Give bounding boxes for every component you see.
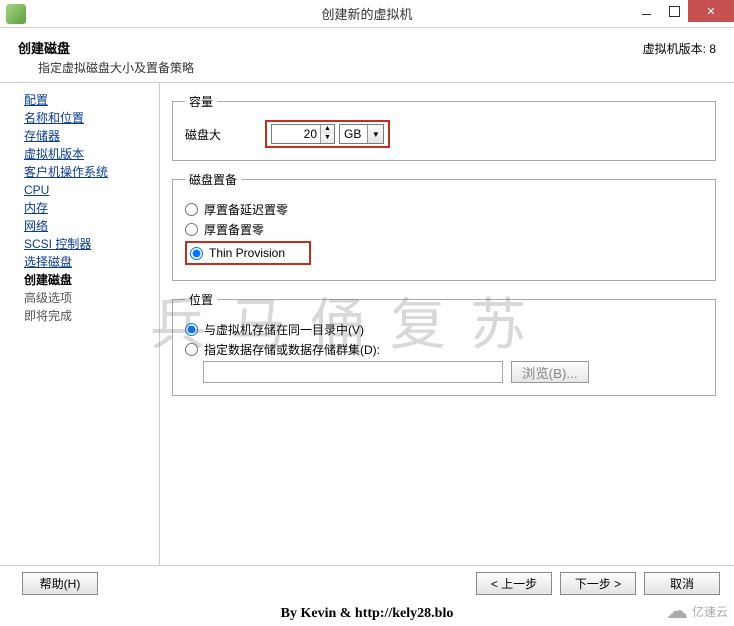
nav-ready: 即将完成 bbox=[12, 307, 159, 325]
radio-thick-eager[interactable] bbox=[185, 223, 198, 236]
provisioning-legend: 磁盘置备 bbox=[185, 171, 241, 188]
nav-memory[interactable]: 内存 bbox=[12, 199, 159, 217]
wizard-content: 容量 磁盘大 ▲ ▼ GB ▼ bbox=[160, 83, 734, 568]
datastore-path-input bbox=[203, 361, 503, 383]
spin-up-icon[interactable]: ▲ bbox=[320, 125, 334, 134]
help-button[interactable]: 帮助(H) bbox=[22, 572, 98, 595]
credit-text: By Kevin & http://kely28.blo bbox=[281, 606, 454, 622]
next-button[interactable]: 下一步 > bbox=[560, 572, 636, 595]
nav-network[interactable]: 网络 bbox=[12, 217, 159, 235]
location-group: 位置 与虚拟机存储在同一目录中(V) 指定数据存储或数据存储群集(D): 浏览(… bbox=[172, 291, 716, 396]
radio-same-dir-label: 与虚拟机存储在同一目录中(V) bbox=[204, 321, 364, 338]
window-title: 创建新的虚拟机 bbox=[321, 4, 412, 23]
thin-provision-highlight: Thin Provision bbox=[185, 241, 311, 265]
disk-size-input[interactable] bbox=[272, 125, 320, 143]
radio-specify-datastore-label: 指定数据存储或数据存储群集(D): bbox=[204, 341, 380, 358]
back-button[interactable]: < 上一步 bbox=[476, 572, 552, 595]
chevron-down-icon[interactable]: ▼ bbox=[367, 125, 383, 143]
nav-create-disk: 创建磁盘 bbox=[12, 271, 159, 289]
disk-unit-select[interactable]: GB ▼ bbox=[339, 124, 384, 144]
page-subtitle: 指定虚拟磁盘大小及置备策略 bbox=[38, 59, 716, 76]
capacity-group: 容量 磁盘大 ▲ ▼ GB ▼ bbox=[172, 93, 716, 161]
nav-cpu[interactable]: CPU bbox=[12, 181, 159, 199]
window-controls bbox=[632, 0, 734, 22]
brand-logo: ☁亿速云 bbox=[666, 598, 728, 624]
provisioning-group: 磁盘置备 厚置备延迟置零 厚置备置零 Thin Provision bbox=[172, 171, 716, 281]
radio-thick-lazy-label: 厚置备延迟置零 bbox=[204, 201, 288, 218]
wizard-footer: 帮助(H) < 上一步 下一步 > 取消 bbox=[0, 565, 734, 601]
nav-config[interactable]: 配置 bbox=[12, 91, 159, 109]
wizard-header: 创建磁盘 指定虚拟磁盘大小及置备策略 虚拟机版本: 8 bbox=[0, 28, 734, 83]
nav-scsi[interactable]: SCSI 控制器 bbox=[12, 235, 159, 253]
disk-size-label: 磁盘大 bbox=[185, 126, 221, 143]
disk-size-spinner[interactable]: ▲ ▼ bbox=[271, 124, 335, 144]
app-icon bbox=[6, 4, 26, 24]
radio-same-dir[interactable] bbox=[185, 323, 198, 336]
minimize-button[interactable] bbox=[632, 0, 660, 22]
nav-guest-os[interactable]: 客户机操作系统 bbox=[12, 163, 159, 181]
radio-thin-provision-label: Thin Provision bbox=[209, 246, 285, 260]
radio-thick-eager-label: 厚置备置零 bbox=[204, 221, 264, 238]
page-title: 创建磁盘 bbox=[18, 38, 716, 57]
nav-vm-version[interactable]: 虚拟机版本 bbox=[12, 145, 159, 163]
nav-storage[interactable]: 存储器 bbox=[12, 127, 159, 145]
spin-down-icon[interactable]: ▼ bbox=[320, 134, 334, 143]
vm-version-label: 虚拟机版本: 8 bbox=[643, 40, 716, 57]
nav-name-location[interactable]: 名称和位置 bbox=[12, 109, 159, 127]
nav-select-disk[interactable]: 选择磁盘 bbox=[12, 253, 159, 271]
browse-button: 浏览(B)... bbox=[511, 361, 589, 383]
radio-thick-lazy[interactable] bbox=[185, 203, 198, 216]
disk-size-highlight: ▲ ▼ GB ▼ bbox=[265, 120, 390, 148]
wizard-steps-sidebar: 配置 名称和位置 存储器 虚拟机版本 客户机操作系统 CPU 内存 网络 SCS… bbox=[0, 83, 160, 568]
capacity-legend: 容量 bbox=[185, 93, 217, 110]
close-button[interactable] bbox=[688, 0, 734, 22]
location-legend: 位置 bbox=[185, 291, 217, 308]
cancel-button[interactable]: 取消 bbox=[644, 572, 720, 595]
maximize-button[interactable] bbox=[660, 0, 688, 22]
radio-thin-provision[interactable] bbox=[190, 247, 203, 260]
cloud-icon: ☁ bbox=[666, 598, 688, 624]
radio-specify-datastore[interactable] bbox=[185, 343, 198, 356]
disk-unit-value: GB bbox=[340, 127, 367, 141]
nav-advanced: 高级选项 bbox=[12, 289, 159, 307]
title-bar: 创建新的虚拟机 bbox=[0, 0, 734, 28]
